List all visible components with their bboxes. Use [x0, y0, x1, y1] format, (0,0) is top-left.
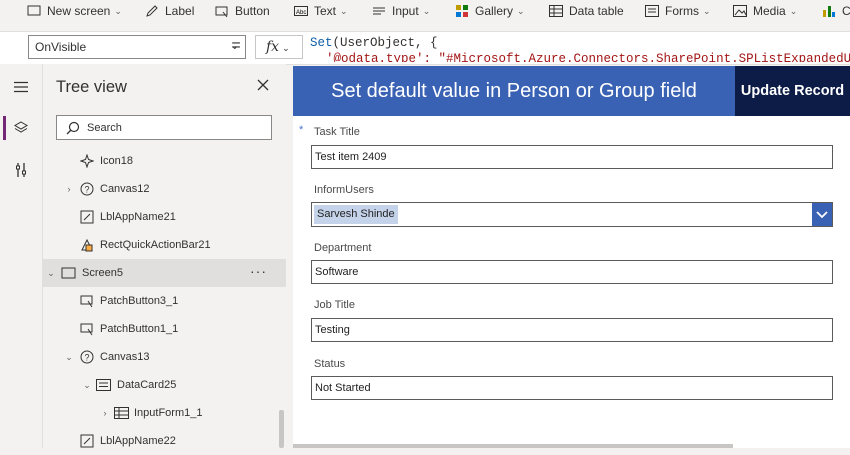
icon-control-icon — [79, 154, 94, 169]
search-input[interactable] — [87, 119, 267, 136]
input-button[interactable]: Input ⌄ — [372, 0, 430, 22]
chevron-down-icon: ⌄ — [340, 5, 348, 16]
formula-bar: OnVisible ⌄ = fx ⌄ Set(UserObject, { '@od… — [0, 31, 850, 65]
tree-scrollbar[interactable] — [279, 410, 284, 448]
app-header: Set default value in Person or Group fie… — [293, 66, 735, 116]
tree-node-lblappname21[interactable]: LblAppName21 — [43, 203, 286, 231]
tree-node-lblappname22[interactable]: LblAppName22 — [43, 427, 286, 455]
informusers-label: InformUsers — [314, 184, 374, 196]
svg-text:Abc: Abc — [296, 10, 306, 16]
canvas-icon: ? — [79, 182, 94, 197]
svg-text:?: ? — [84, 353, 89, 363]
tree-view-title: Tree view — [56, 78, 127, 96]
chevron-down-icon: ⌄ — [422, 5, 431, 16]
formula-line-1: Set(UserObject, { — [310, 36, 438, 50]
app-canvas: Set default value in Person or Group fie… — [293, 66, 850, 448]
tree-node-patchbutton3-1[interactable]: PatchButton3_1 — [43, 287, 286, 315]
active-indicator — [3, 116, 6, 140]
tree-node-patchbutton1-1[interactable]: PatchButton1_1 — [43, 315, 286, 343]
button-icon — [215, 4, 229, 18]
more-options-icon[interactable]: ··· — [250, 263, 267, 279]
button-control-icon — [79, 294, 94, 309]
chevron-down-icon[interactable]: ⌄ — [64, 352, 74, 363]
left-rail — [0, 64, 43, 448]
chevron-right-icon[interactable]: › — [100, 408, 110, 418]
tools-icon[interactable] — [12, 161, 30, 179]
forms-button[interactable]: Forms ⌄ — [645, 0, 711, 22]
chevron-down-icon: ⌄ — [703, 5, 711, 16]
new-screen-button[interactable]: New screen ⌄ — [27, 0, 122, 22]
text-button[interactable]: Abc Text ⌄ — [294, 0, 348, 22]
chart-icon — [822, 4, 836, 18]
update-record-button[interactable]: Update Record — [735, 66, 850, 116]
screen-icon — [61, 266, 76, 281]
new-screen-icon — [27, 4, 41, 18]
fx-button[interactable]: fx ⌄ — [255, 35, 303, 59]
data-card-icon — [96, 378, 111, 393]
required-marker: * — [299, 124, 304, 136]
informusers-combobox[interactable]: Sarvesh Shinde — [311, 202, 833, 227]
chevron-down-icon[interactable]: ⌄ — [46, 268, 56, 279]
task-title-label: Task Title — [314, 126, 360, 138]
chevron-down-icon: ⌄ — [282, 43, 290, 53]
command-toolbar: New screen ⌄ Label Button Abc Text ⌄ Input… — [0, 0, 850, 22]
forms-icon — [645, 4, 659, 18]
chevron-right-icon[interactable]: › — [64, 184, 74, 194]
media-icon — [733, 4, 747, 18]
status-label: Status — [314, 358, 346, 370]
header-title: Set default value in Person or Group fie… — [331, 79, 697, 102]
gallery-icon — [455, 4, 469, 18]
data-table-icon — [549, 4, 563, 18]
task-title-input[interactable]: Test item 2409 — [311, 145, 833, 169]
tree-node-datacard25[interactable]: ⌄ DataCard25 — [43, 371, 286, 399]
tree-node-inputform1-1[interactable]: › InputForm1_1 — [43, 399, 286, 427]
media-button[interactable]: Media ⌄ — [733, 0, 797, 22]
label-control-icon — [79, 434, 94, 449]
property-dropdown[interactable]: OnVisible ⌄ — [28, 35, 246, 59]
tree-view-panel: Tree view Icon18 › ? Canvas12 LblAppName… — [43, 64, 286, 448]
formula-editor[interactable]: Set(UserObject, { '@odata.type': "#Micro… — [306, 34, 850, 62]
label-control-icon — [79, 210, 94, 225]
button-button[interactable]: Button — [215, 0, 270, 22]
tree-node-icon18[interactable]: Icon18 — [43, 147, 286, 175]
canvas-icon: ? — [79, 350, 94, 365]
tree-node-canvas13[interactable]: ⌄ ? Canvas13 — [43, 343, 286, 371]
formula-line-2: '@odata.type': "#Microsoft.Azure.Connect… — [326, 52, 850, 62]
form-icon — [114, 406, 129, 421]
chart-button[interactable]: C — [822, 0, 850, 22]
chevron-down-icon[interactable] — [812, 203, 832, 226]
tree-node-canvas12[interactable]: › ? Canvas12 — [43, 175, 286, 203]
chevron-down-icon: ⌄ — [789, 5, 798, 16]
label-button[interactable]: Label — [145, 0, 194, 22]
layers-icon[interactable] — [12, 119, 30, 137]
gallery-button[interactable]: Gallery ⌄ — [455, 0, 525, 22]
svg-text:?: ? — [84, 185, 89, 195]
chevron-down-icon: ⌄ — [517, 5, 525, 16]
selected-person[interactable]: Sarvesh Shinde — [314, 205, 398, 224]
chevron-down-icon: ⌄ — [114, 5, 122, 16]
tree-node-rectquickactionbar21[interactable]: RectQuickActionBar21 — [43, 231, 286, 259]
tree-search-box[interactable] — [56, 115, 272, 140]
label-icon — [145, 4, 159, 18]
equals-sign: = — [231, 37, 241, 54]
search-icon — [66, 121, 80, 135]
tree-node-screen5[interactable]: ⌄ Screen5 ··· — [43, 259, 286, 287]
department-input[interactable]: Software — [311, 260, 833, 284]
input-icon — [372, 4, 386, 18]
text-icon: Abc — [294, 4, 308, 18]
close-icon[interactable] — [255, 77, 271, 93]
data-table-button[interactable]: Data table — [549, 0, 624, 22]
chevron-down-icon[interactable]: ⌄ — [82, 380, 92, 391]
job-title-input[interactable]: Testing — [311, 318, 833, 342]
canvas-scrollbar[interactable] — [293, 444, 733, 448]
status-input[interactable]: Not Started — [311, 376, 833, 400]
button-control-icon — [79, 322, 94, 337]
department-label: Department — [314, 242, 372, 254]
rectangle-icon — [79, 238, 94, 253]
job-title-label: Job Title — [314, 299, 355, 311]
hamburger-menu-icon[interactable] — [12, 78, 30, 96]
